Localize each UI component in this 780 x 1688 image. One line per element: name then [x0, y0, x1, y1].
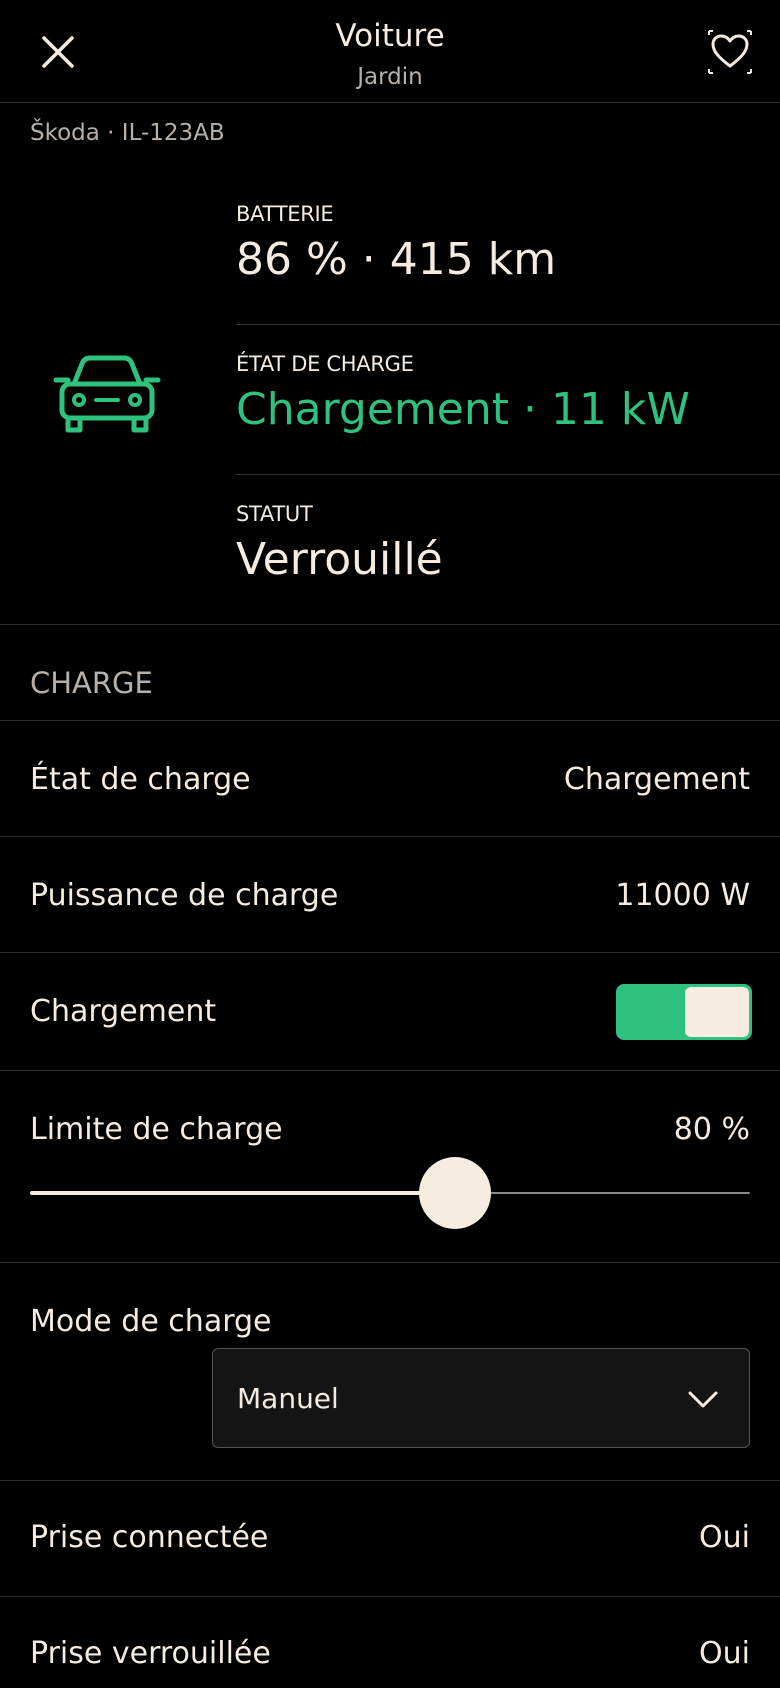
- charge-power-label: Puissance de charge: [30, 878, 339, 913]
- attribute-value: Chargement · 11 kW: [236, 384, 690, 435]
- divider: [0, 720, 780, 721]
- dialog-header: Voiture Jardin: [0, 0, 780, 103]
- plug-connected-label: Prise connectée: [30, 1520, 269, 1555]
- charge-limit-slider-fill[interactable]: [30, 1191, 455, 1195]
- charge-state-value[interactable]: Chargement: [564, 762, 750, 797]
- charge-mode-select[interactable]: Manuel: [212, 1348, 750, 1448]
- dialog-subtitle: Jardin: [357, 64, 423, 90]
- heart-icon: [708, 30, 752, 74]
- attribute-label: BATTERIE: [236, 202, 334, 226]
- charge-power-value[interactable]: 11000 W: [615, 878, 750, 913]
- toggle-knob: [685, 987, 749, 1037]
- chevron-down-icon: [688, 1391, 718, 1408]
- charging-label: Chargement: [30, 994, 217, 1029]
- divider: [0, 1070, 780, 1071]
- plug-locked-value: Oui: [699, 1636, 750, 1671]
- favorite-button[interactable]: [704, 26, 756, 78]
- attribute-charge-state: ÉTAT DE CHARGE Chargement · 11 kW: [236, 352, 780, 435]
- charge-mode-label: Mode de charge: [30, 1304, 272, 1339]
- divider: [0, 1262, 780, 1263]
- charge-limit-value: 80 %: [673, 1112, 750, 1147]
- section-title: CHARGE: [30, 666, 153, 700]
- attribute-label: STATUT: [236, 502, 313, 526]
- car-icon: [53, 355, 161, 433]
- device-subtitle: Škoda · IL-123AB: [30, 120, 225, 146]
- attribute-value: 86 % · 415 km: [236, 234, 557, 285]
- plug-connected-value: Oui: [699, 1520, 750, 1555]
- charge-mode-selected: Manuel: [237, 1382, 339, 1415]
- attribute-battery: BATTERIE 86 % · 415 km: [236, 202, 780, 285]
- dialog-title: Voiture: [335, 18, 445, 54]
- divider: [0, 1480, 780, 1481]
- attribute-divider: [236, 324, 780, 325]
- divider: [0, 952, 780, 953]
- divider: [0, 836, 780, 837]
- attribute-label: ÉTAT DE CHARGE: [236, 352, 414, 376]
- charge-limit-label: Limite de charge: [30, 1112, 283, 1147]
- plug-locked-label: Prise verrouillée: [30, 1636, 271, 1671]
- divider: [0, 624, 780, 625]
- attribute-status: STATUT Verrouillé: [236, 502, 780, 585]
- charge-state-label: État de charge: [30, 762, 251, 797]
- charging-toggle[interactable]: [616, 984, 752, 1040]
- divider: [0, 1596, 780, 1597]
- attribute-value: Verrouillé: [236, 534, 443, 585]
- charge-limit-slider-thumb[interactable]: [419, 1157, 491, 1229]
- charge-limit-slider-track[interactable]: [455, 1192, 750, 1194]
- attribute-divider: [236, 474, 780, 475]
